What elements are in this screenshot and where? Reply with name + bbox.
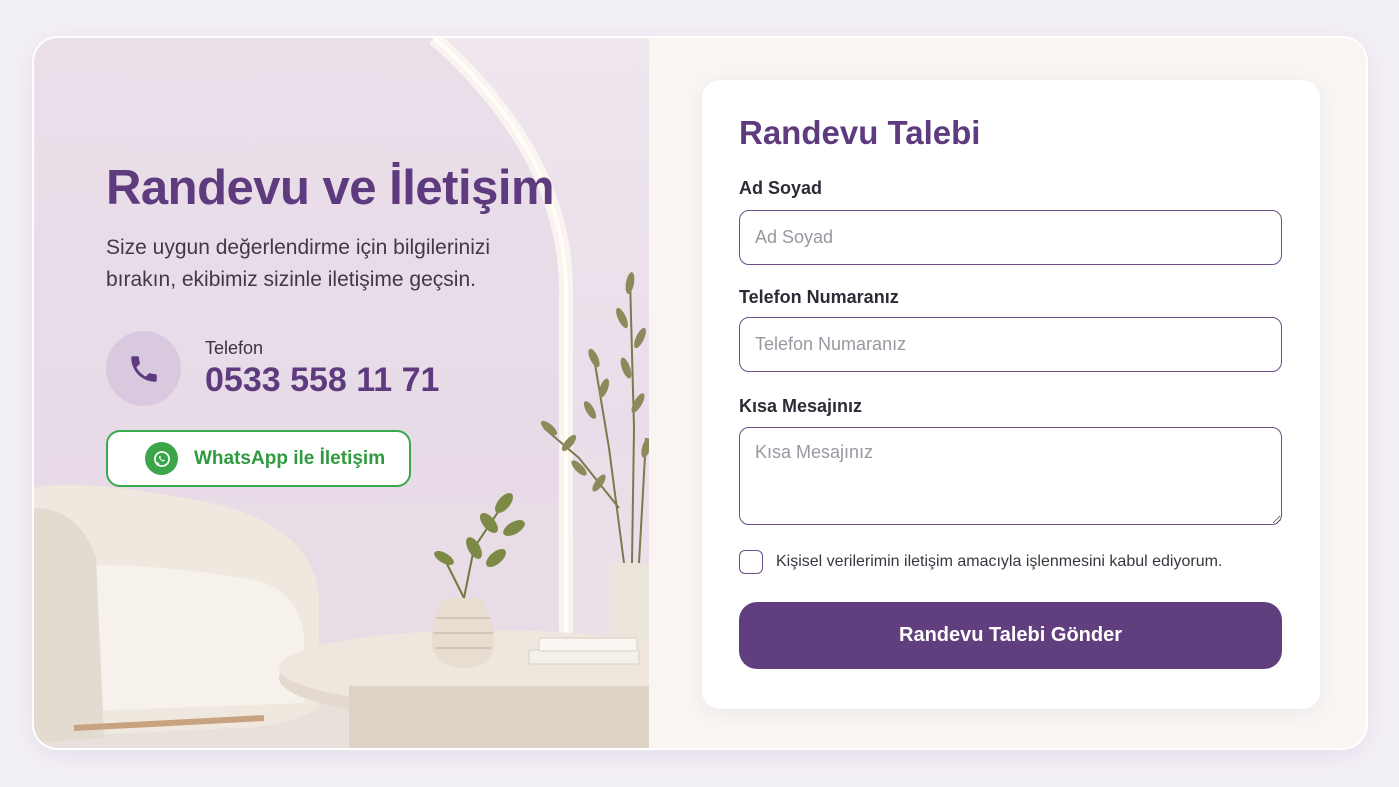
name-field-label: Ad Soyad (739, 178, 823, 198)
phone-label: Telefon (205, 338, 264, 358)
message-field-label: Kısa Mesajınız (739, 396, 863, 416)
whatsapp-icon (145, 442, 178, 475)
appointment-section: Randevu ve İletişim Size uygun değerlend… (34, 38, 1366, 748)
consent-checkbox[interactable] (739, 550, 763, 574)
phone-contact: Telefon 0533 558 11 71 (106, 331, 466, 407)
phone-icon (106, 331, 181, 406)
consent-text: Kişisel verilerimin iletişim amacıyla iş… (776, 553, 1223, 570)
appointment-form-card: Randevu Talebi Ad Soyad Telefon Numaranı… (702, 80, 1320, 709)
whatsapp-contact-button[interactable]: WhatsApp ile İletişim (106, 430, 411, 487)
submit-appointment-button[interactable]: Randevu Talebi Gönder (739, 602, 1282, 669)
phone-input[interactable] (739, 317, 1282, 372)
message-textarea[interactable] (739, 427, 1282, 525)
phone-number[interactable]: 0533 558 11 71 (205, 361, 439, 400)
form-title: Randevu Talebi (739, 114, 981, 151)
page-subtitle: Size uygun değerlendirme için bilgilerin… (106, 236, 491, 291)
consent-row: Kişisel verilerimin iletişim amacıyla iş… (739, 550, 1222, 574)
page-headline: Randevu ve İletişim (106, 161, 555, 215)
whatsapp-button-label: WhatsApp ile İletişim (194, 447, 386, 469)
phone-field-label: Telefon Numaranız (739, 287, 899, 307)
name-input[interactable] (739, 210, 1282, 265)
contact-panel: Randevu ve İletişim Size uygun değerlend… (34, 38, 649, 748)
